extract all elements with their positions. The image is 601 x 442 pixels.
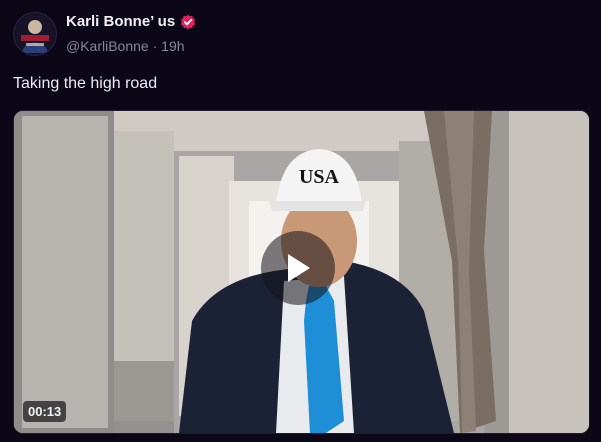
verified-badge-icon	[180, 14, 196, 30]
author-name-row: Karli Bonne’ us	[66, 13, 196, 30]
post-text: Taking the high road	[13, 75, 158, 92]
meta-separator: ·	[152, 38, 158, 54]
video-player[interactable]: USA 00:13	[13, 110, 590, 434]
post-meta: @KarliBonne · 19h	[66, 38, 185, 54]
display-name[interactable]: Karli Bonne’ us	[66, 13, 175, 30]
avatar[interactable]	[13, 12, 57, 56]
play-button[interactable]	[261, 231, 335, 305]
play-icon	[288, 254, 310, 282]
timestamp[interactable]: 19h	[161, 38, 184, 54]
video-duration: 00:13	[23, 401, 67, 422]
hat-text: USA	[299, 166, 340, 188]
handle[interactable]: @KarliBonne	[66, 38, 149, 54]
